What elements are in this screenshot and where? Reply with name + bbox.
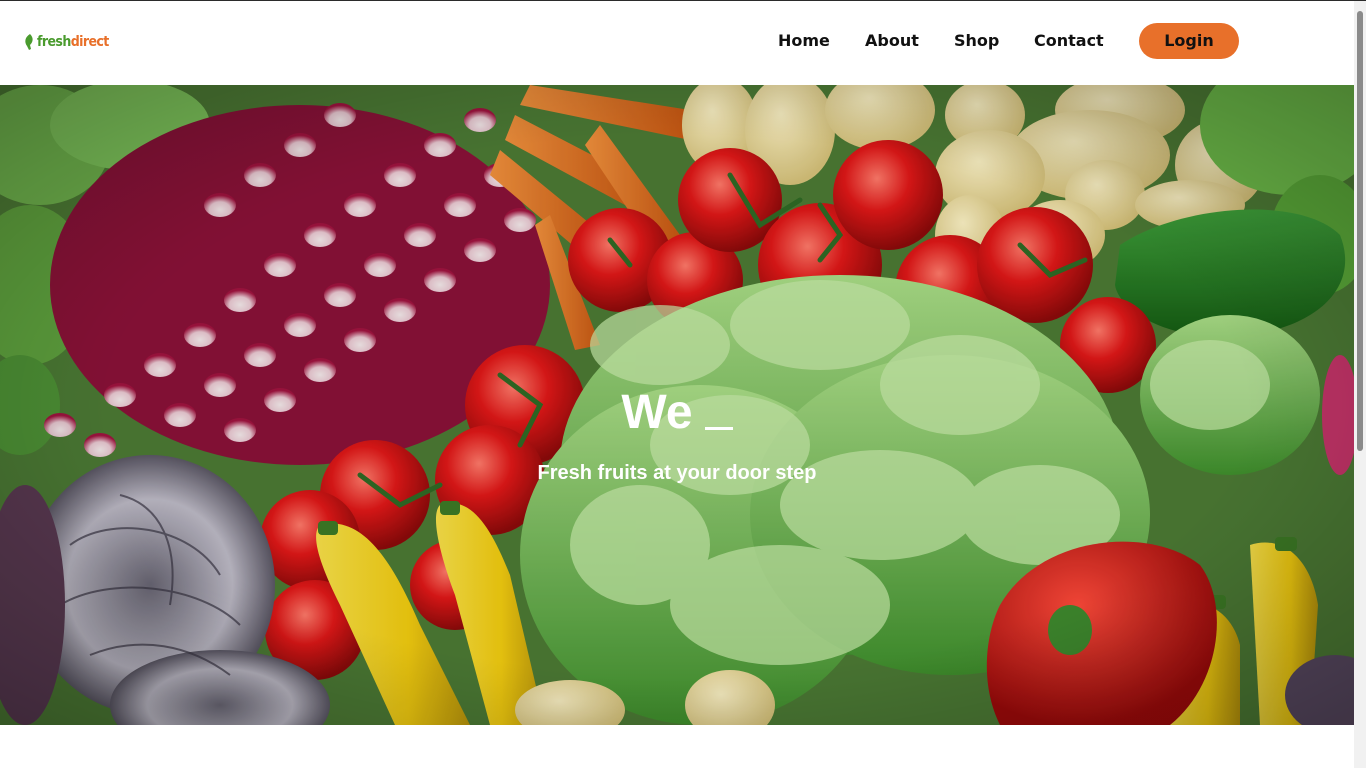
scrollbar-thumb[interactable] xyxy=(1357,11,1363,451)
logo-direct-text: direct xyxy=(70,34,110,50)
nav-home-link[interactable]: Home xyxy=(778,31,830,51)
page-scrollbar[interactable] xyxy=(1354,1,1366,768)
typing-cursor xyxy=(704,427,733,430)
hero-title-text: We xyxy=(621,386,693,439)
hero-subtitle: Fresh fruits at your door step xyxy=(537,462,817,484)
hero-title: We xyxy=(0,388,1354,438)
brand-logo[interactable]: freshdirect xyxy=(23,31,109,53)
nav-shop-link[interactable]: Shop xyxy=(954,31,999,51)
nav-about-link[interactable]: About xyxy=(865,31,919,51)
login-button[interactable]: Login xyxy=(1139,23,1239,59)
hero-banner: We Fresh fruits at your door step xyxy=(0,85,1354,725)
leaf-icon xyxy=(25,34,33,50)
logo-fresh-text: fresh xyxy=(37,34,71,50)
navbar: freshdirect Home About Shop Contact Logi… xyxy=(0,1,1354,85)
nav-contact-link[interactable]: Contact xyxy=(1034,31,1104,51)
page-content-below-hero xyxy=(0,725,1354,768)
logo-wordmark: freshdirect xyxy=(37,34,109,50)
